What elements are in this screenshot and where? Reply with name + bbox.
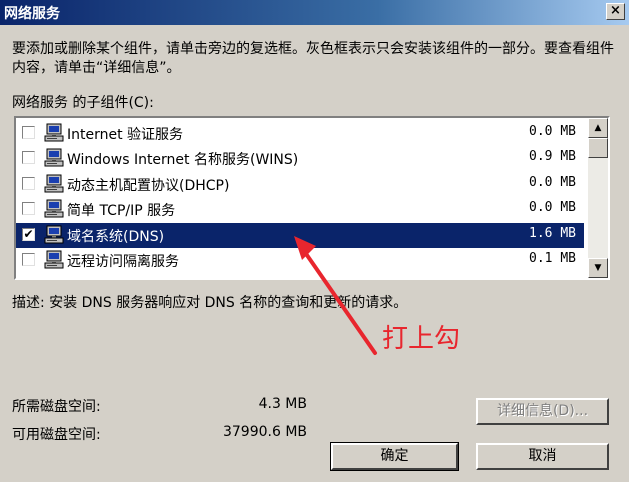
cancel-button[interactable]: 取消 bbox=[476, 443, 609, 470]
component-name: 简单 TCP/IP 服务 bbox=[67, 203, 176, 220]
component-checkbox[interactable] bbox=[22, 252, 35, 266]
component-checkbox[interactable] bbox=[22, 176, 35, 190]
scroll-down-button[interactable]: ▼ bbox=[588, 258, 608, 278]
component-checkbox[interactable] bbox=[22, 202, 35, 216]
component-row[interactable]: 动态主机配置协议(DHCP) 0.0 MB bbox=[16, 172, 584, 197]
component-size: 0.9 MB bbox=[529, 149, 576, 165]
checkmark-icon: ✔ bbox=[23, 226, 34, 241]
instructions-text: 要添加或删除某个组件，请单击旁边的复选框。灰色框表示只会安装该组件的一部分。要查… bbox=[12, 41, 614, 76]
component-size: 0.0 MB bbox=[529, 124, 576, 139]
component-checkbox[interactable] bbox=[22, 151, 35, 165]
available-space-value: 37990.6 MB bbox=[222, 424, 307, 440]
details-button[interactable]: 详细信息(D)... bbox=[476, 398, 609, 425]
component-size: 0.0 MB bbox=[529, 200, 576, 216]
close-button[interactable]: × bbox=[606, 3, 625, 20]
component-checkbox[interactable] bbox=[22, 126, 35, 139]
component-row[interactable]: Windows Internet 名称服务(WINS) 0.9 MB bbox=[16, 146, 584, 171]
subcomponents-label: 网络服务 的子组件(C): bbox=[12, 95, 154, 111]
component-name: Windows Internet 名称服务(WINS) bbox=[67, 152, 299, 169]
computer-icon bbox=[43, 123, 65, 143]
available-space-label: 可用磁盘空间: bbox=[12, 427, 101, 443]
component-name: 域名系统(DNS) bbox=[67, 228, 165, 245]
component-row[interactable]: 简单 TCP/IP 服务 0.0 MB bbox=[16, 197, 584, 222]
window-title: 网络服务 bbox=[4, 6, 60, 22]
annotation-text: 打上勾 bbox=[382, 324, 461, 354]
title-bar: 网络服务 × bbox=[0, 0, 629, 25]
vertical-scrollbar[interactable]: ▲ ▼ bbox=[588, 118, 608, 278]
computer-icon bbox=[43, 250, 65, 270]
computer-icon bbox=[43, 199, 65, 219]
component-size: 0.0 MB bbox=[529, 174, 576, 190]
required-space-label: 所需磁盘空间: bbox=[12, 399, 101, 415]
component-row[interactable]: Internet 验证服务 0.0 MB bbox=[16, 121, 584, 146]
ok-button[interactable]: 确定 bbox=[330, 442, 459, 471]
component-size: 0.1 MB bbox=[529, 250, 576, 266]
scroll-thumb[interactable] bbox=[588, 138, 608, 158]
close-icon: × bbox=[610, 3, 621, 18]
required-space-value: 4.3 MB bbox=[258, 396, 307, 412]
computer-icon bbox=[43, 148, 65, 168]
scroll-up-button[interactable]: ▲ bbox=[588, 118, 608, 138]
component-name: Internet 验证服务 bbox=[67, 127, 184, 143]
computer-icon bbox=[43, 225, 65, 245]
component-checkbox[interactable]: ✔ bbox=[22, 226, 35, 241]
component-name: 动态主机配置协议(DHCP) bbox=[67, 177, 230, 194]
component-name: 远程访问隔离服务 bbox=[67, 253, 179, 270]
computer-icon bbox=[43, 174, 65, 194]
component-size: 1.6 MB bbox=[529, 225, 576, 241]
